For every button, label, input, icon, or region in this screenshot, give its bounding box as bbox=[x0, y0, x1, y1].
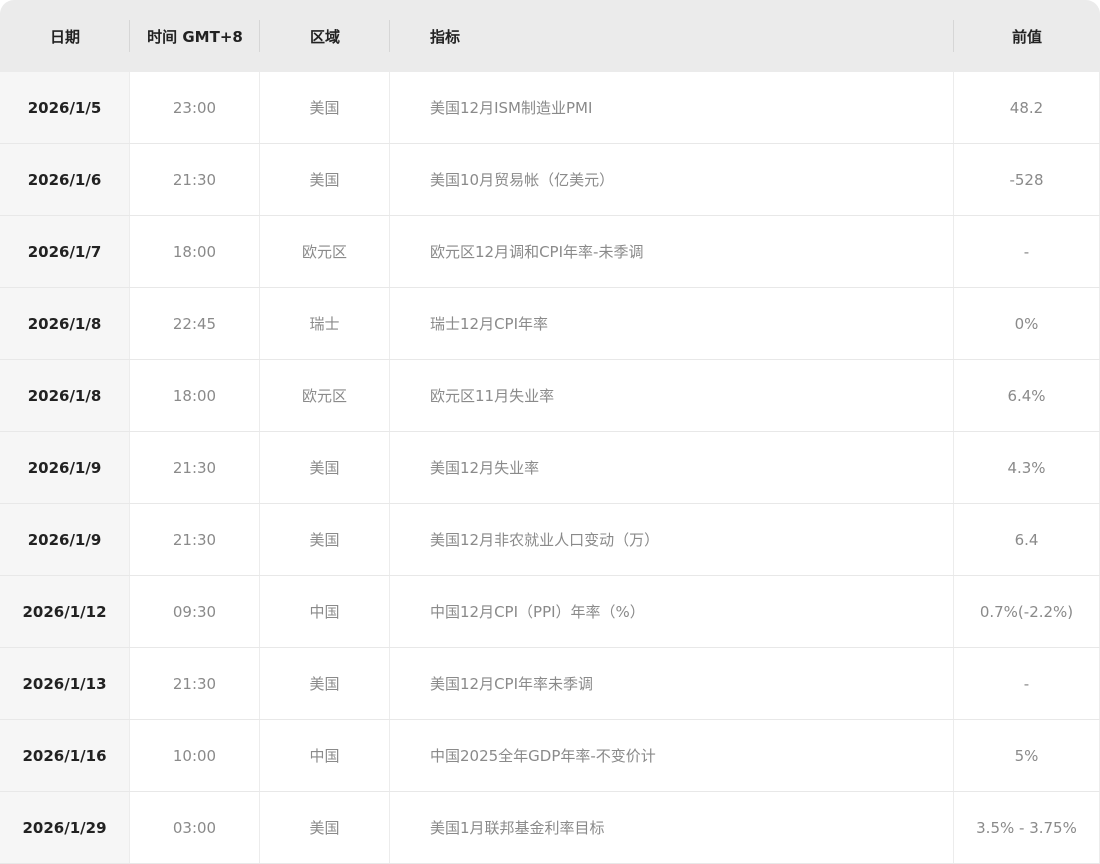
table-row: 2026/1/29 03:00 美国 美国1月联邦基金利率目标 3.5% - 3… bbox=[0, 792, 1100, 864]
cell-previous: -528 bbox=[954, 144, 1100, 215]
cell-indicator: 欧元区12月调和CPI年率-未季调 bbox=[390, 216, 954, 287]
table-row: 2026/1/12 09:30 中国 中国12月CPI（PPI）年率（%） 0.… bbox=[0, 576, 1100, 648]
cell-previous: 0.7%(-2.2%) bbox=[954, 576, 1100, 647]
table-header: 日期 时间 GMT+8 区域 指标 前值 bbox=[0, 0, 1100, 72]
cell-region: 欧元区 bbox=[260, 360, 390, 431]
cell-time: 21:30 bbox=[130, 144, 260, 215]
cell-region: 中国 bbox=[260, 576, 390, 647]
cell-time: 21:30 bbox=[130, 648, 260, 719]
cell-region: 美国 bbox=[260, 504, 390, 575]
table-row: 2026/1/9 21:30 美国 美国12月失业率 4.3% bbox=[0, 432, 1100, 504]
cell-date: 2026/1/13 bbox=[0, 648, 130, 719]
table-row: 2026/1/5 23:00 美国 美国12月ISM制造业PMI 48.2 bbox=[0, 72, 1100, 144]
cell-previous: 5% bbox=[954, 720, 1100, 791]
table-row: 2026/1/13 21:30 美国 美国12月CPI年率未季调 - bbox=[0, 648, 1100, 720]
cell-region: 美国 bbox=[260, 792, 390, 863]
cell-previous: 6.4% bbox=[954, 360, 1100, 431]
cell-indicator: 欧元区11月失业率 bbox=[390, 360, 954, 431]
cell-previous: 0% bbox=[954, 288, 1100, 359]
cell-time: 09:30 bbox=[130, 576, 260, 647]
cell-date: 2026/1/5 bbox=[0, 72, 130, 143]
cell-indicator: 美国12月CPI年率未季调 bbox=[390, 648, 954, 719]
cell-region: 瑞士 bbox=[260, 288, 390, 359]
cell-date: 2026/1/8 bbox=[0, 360, 130, 431]
cell-indicator: 美国12月失业率 bbox=[390, 432, 954, 503]
table-row: 2026/1/8 18:00 欧元区 欧元区11月失业率 6.4% bbox=[0, 360, 1100, 432]
cell-time: 18:00 bbox=[130, 216, 260, 287]
cell-date: 2026/1/6 bbox=[0, 144, 130, 215]
cell-indicator: 美国10月贸易帐（亿美元） bbox=[390, 144, 954, 215]
cell-region: 中国 bbox=[260, 720, 390, 791]
cell-indicator: 中国2025全年GDP年率-不变价计 bbox=[390, 720, 954, 791]
cell-date: 2026/1/9 bbox=[0, 504, 130, 575]
header-indicator: 指标 bbox=[390, 0, 954, 72]
cell-time: 03:00 bbox=[130, 792, 260, 863]
cell-indicator: 美国12月非农就业人口变动（万） bbox=[390, 504, 954, 575]
cell-indicator: 瑞士12月CPI年率 bbox=[390, 288, 954, 359]
cell-region: 美国 bbox=[260, 648, 390, 719]
header-region: 区域 bbox=[260, 0, 390, 72]
table-row: 2026/1/9 21:30 美国 美国12月非农就业人口变动（万） 6.4 bbox=[0, 504, 1100, 576]
cell-region: 美国 bbox=[260, 144, 390, 215]
cell-time: 18:00 bbox=[130, 360, 260, 431]
table-row: 2026/1/16 10:00 中国 中国2025全年GDP年率-不变价计 5% bbox=[0, 720, 1100, 792]
cell-region: 美国 bbox=[260, 72, 390, 143]
cell-region: 欧元区 bbox=[260, 216, 390, 287]
cell-date: 2026/1/29 bbox=[0, 792, 130, 863]
cell-previous: 4.3% bbox=[954, 432, 1100, 503]
cell-date: 2026/1/16 bbox=[0, 720, 130, 791]
cell-date: 2026/1/9 bbox=[0, 432, 130, 503]
cell-region: 美国 bbox=[260, 432, 390, 503]
header-date: 日期 bbox=[0, 0, 130, 72]
cell-time: 21:30 bbox=[130, 504, 260, 575]
cell-indicator: 中国12月CPI（PPI）年率（%） bbox=[390, 576, 954, 647]
cell-time: 22:45 bbox=[130, 288, 260, 359]
table-row: 2026/1/6 21:30 美国 美国10月贸易帐（亿美元） -528 bbox=[0, 144, 1100, 216]
cell-indicator: 美国1月联邦基金利率目标 bbox=[390, 792, 954, 863]
table-row: 2026/1/8 22:45 瑞士 瑞士12月CPI年率 0% bbox=[0, 288, 1100, 360]
cell-previous: - bbox=[954, 648, 1100, 719]
cell-date: 2026/1/12 bbox=[0, 576, 130, 647]
cell-time: 23:00 bbox=[130, 72, 260, 143]
header-previous: 前值 bbox=[1011, 27, 1042, 46]
cell-date: 2026/1/8 bbox=[0, 288, 130, 359]
table-row: 2026/1/7 18:00 欧元区 欧元区12月调和CPI年率-未季调 - bbox=[0, 216, 1100, 288]
economic-calendar-table: 日期 时间 GMT+8 区域 指标 前值 2026/1/5 23:00 美国 美… bbox=[0, 0, 1100, 864]
cell-date: 2026/1/7 bbox=[0, 216, 130, 287]
header-time: 时间 GMT+8 bbox=[130, 0, 260, 72]
cell-previous: - bbox=[954, 216, 1100, 287]
cell-previous: 3.5% - 3.75% bbox=[954, 792, 1100, 863]
cell-indicator: 美国12月ISM制造业PMI bbox=[390, 72, 954, 143]
cell-previous: 48.2 bbox=[954, 72, 1100, 143]
cell-time: 10:00 bbox=[130, 720, 260, 791]
cell-previous: 6.4 bbox=[954, 504, 1100, 575]
cell-time: 21:30 bbox=[130, 432, 260, 503]
